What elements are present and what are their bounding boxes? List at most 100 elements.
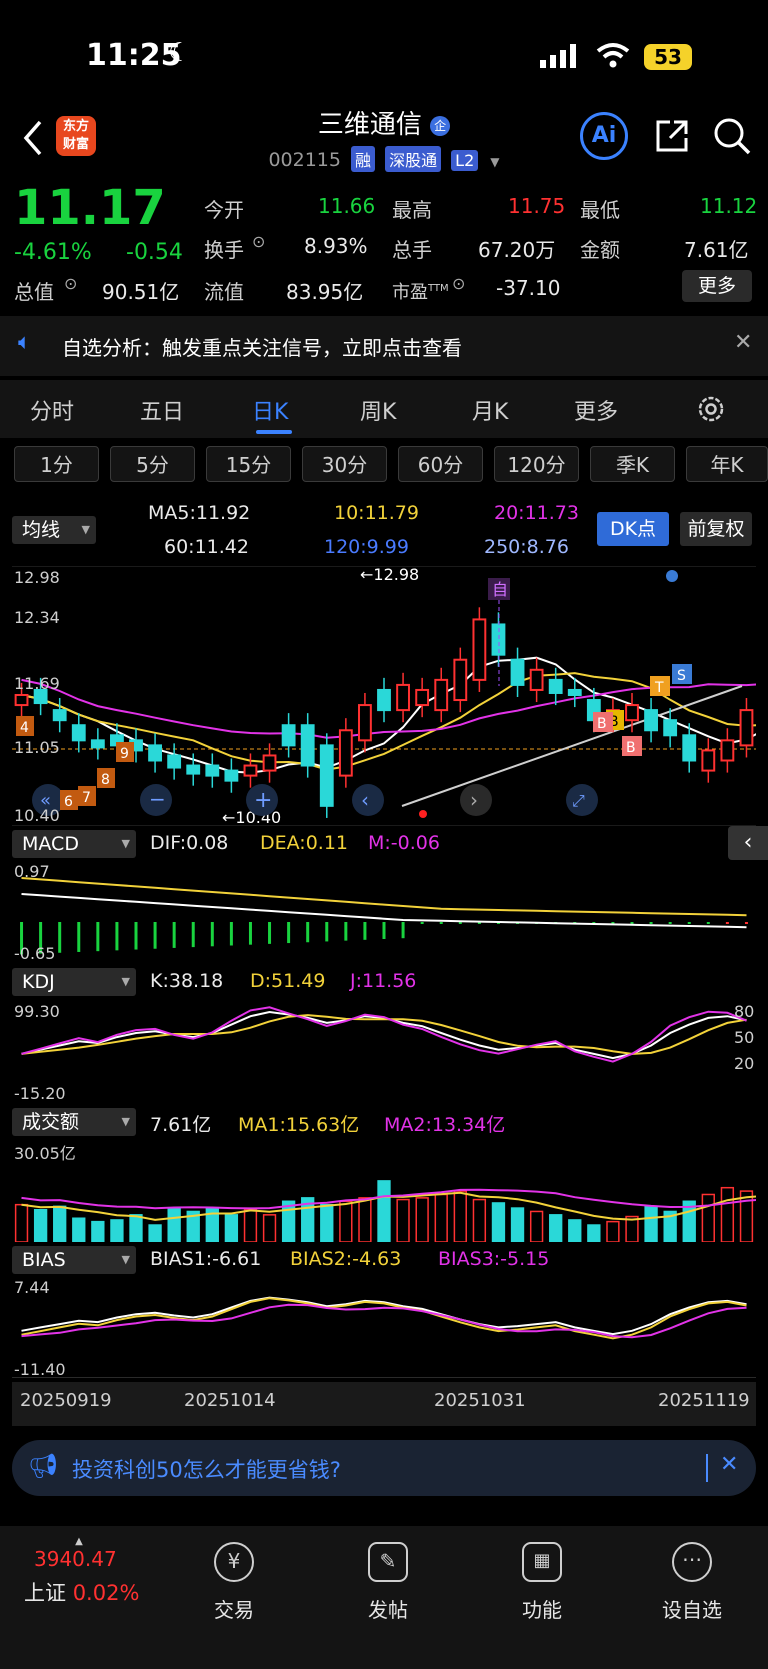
candle-body	[548, 678, 563, 694]
volume-bar	[701, 1193, 715, 1242]
bias-selector[interactable]: BIAS ▼	[12, 1246, 136, 1274]
minus-icon: −	[149, 787, 166, 811]
tag-margin: 融	[351, 146, 376, 172]
candle-body	[644, 709, 658, 732]
notice-bar[interactable]: 🔈︎ 自选分析：触发重点关注信号，立即点击查看 ✕	[0, 316, 768, 376]
nav-functions[interactable]: 功能	[492, 1594, 592, 1623]
volume-chart	[14, 1180, 756, 1242]
stock-code-row[interactable]: 002115 融 深股通 L2 ▼	[0, 146, 768, 172]
volume-bar	[358, 1197, 372, 1242]
signal-label: 8	[101, 772, 110, 788]
bias-axis-top: 7.44	[14, 1278, 50, 1297]
share-icon[interactable]	[654, 118, 690, 154]
kdj-level-80: 80	[734, 1002, 755, 1021]
macd-selector[interactable]: MACD ▼	[12, 830, 136, 858]
speaker-icon: 🔈︎	[18, 330, 32, 355]
ma20-value: 20:11.73	[494, 502, 579, 524]
more-button[interactable]: 更多	[682, 270, 752, 302]
ai-button[interactable]: Ai	[580, 112, 628, 160]
candle-body	[720, 739, 735, 762]
candlestick-chart[interactable]: ←12.98 ←10.40 « − + ‹ › ⤢ 4 6 7 8 9 自 B …	[12, 566, 756, 826]
nav-post[interactable]: 发帖	[338, 1594, 438, 1623]
tab-intraday[interactable]: 分时	[30, 394, 74, 426]
sell-marker: S	[677, 668, 686, 684]
volume-bar	[167, 1207, 181, 1242]
turnover-label: 换手	[204, 238, 244, 262]
tab-five-day[interactable]: 五日	[140, 394, 184, 426]
kdj-selector[interactable]: KDJ ▼	[12, 968, 136, 996]
stock-name: 三维通信 企	[0, 104, 768, 141]
post-icon: ✎	[368, 1542, 408, 1582]
tag-connect: 深股通	[385, 146, 442, 172]
max-marker: ←12.98	[360, 566, 419, 584]
signal-label: 4	[20, 720, 29, 736]
volume-bar	[148, 1224, 162, 1242]
collapse-panel-button[interactable]: ‹	[728, 826, 768, 860]
volume-bar	[129, 1214, 143, 1242]
info-icon[interactable]: ⊙	[64, 274, 77, 293]
candle-body	[415, 688, 430, 707]
event-dot	[419, 810, 427, 818]
tab-day-k[interactable]: 日K	[252, 394, 288, 426]
t-marker: T	[654, 680, 664, 696]
info-icon[interactable]: ⊙	[252, 232, 265, 251]
bias-1: BIAS1:-6.61	[150, 1248, 262, 1270]
candle-body	[300, 724, 315, 767]
period-15min[interactable]: 15分	[206, 446, 291, 482]
date-axis	[12, 1382, 756, 1426]
volume-selector[interactable]: 成交额 ▼	[12, 1108, 136, 1136]
settings-icon[interactable]	[696, 394, 726, 424]
pe-value: -37.10	[496, 276, 561, 300]
change-value: -0.54	[126, 240, 183, 265]
chevron-right-icon: ›	[470, 788, 478, 812]
open-value: 11.66	[318, 194, 376, 218]
tab-month-k[interactable]: 月K	[472, 394, 508, 426]
volume-bar	[110, 1219, 124, 1242]
signal-label: 9	[120, 746, 129, 762]
period-30min[interactable]: 30分	[302, 446, 387, 482]
float-value: 83.95亿	[286, 280, 364, 304]
candle-body	[510, 658, 525, 686]
ma-selector[interactable]: 均线 ▼	[12, 516, 96, 544]
total-value: 90.51亿	[102, 280, 180, 304]
ma60-value: 60:11.42	[164, 536, 249, 558]
up-caret-icon: ▲	[75, 1536, 83, 1547]
tab-more[interactable]: 更多	[574, 394, 618, 426]
macd-m: M:-0.06	[368, 832, 440, 854]
notice-text: 自选分析：触发重点关注信号，立即点击查看	[62, 336, 462, 360]
chart-tabs: 分时 五日 日K 周K 月K 更多	[0, 380, 768, 438]
low-label: 最低	[580, 198, 620, 222]
nav-watchlist[interactable]: 设自选	[642, 1594, 742, 1623]
volume-bar	[262, 1214, 277, 1242]
volume-bar	[434, 1193, 448, 1242]
period-120min[interactable]: 120分	[494, 446, 579, 482]
period-60min[interactable]: 60分	[398, 446, 483, 482]
signal-label: 6	[64, 794, 73, 810]
period-year-k[interactable]: 年K	[686, 446, 768, 482]
volume-bar	[14, 1203, 29, 1242]
info-icon[interactable]: ⊙	[452, 274, 465, 293]
trade-icon: ¥	[214, 1542, 254, 1582]
search-icon[interactable]	[712, 116, 752, 156]
date-label: 20251119	[658, 1390, 750, 1411]
period-1min[interactable]: 1分	[14, 446, 99, 482]
banner-text: 投资科创50怎么才能更省钱?	[72, 1458, 341, 1482]
volume-bar	[377, 1180, 391, 1242]
dk-point-button[interactable]: DK点	[597, 512, 669, 546]
plus-icon: +	[254, 788, 272, 813]
volume-bar	[53, 1205, 67, 1242]
promo-banner[interactable]: 📢︎ 投资科创50怎么才能更省钱? ✕	[12, 1440, 756, 1496]
period-5min[interactable]: 5分	[110, 446, 195, 482]
index-widget[interactable]: ▲ 3940.47 上证 0.02%	[24, 1536, 154, 1607]
tab-week-k[interactable]: 周K	[360, 394, 396, 426]
float-label: 流值	[204, 280, 244, 304]
kdj-chart	[21, 1006, 747, 1063]
close-icon[interactable]: ✕	[734, 330, 752, 355]
close-icon[interactable]: ✕	[720, 1452, 738, 1477]
candle-body	[434, 678, 449, 712]
date-label: 20251014	[184, 1390, 276, 1411]
nav-trade[interactable]: 交易	[184, 1594, 284, 1623]
kdj-d: D:51.49	[250, 970, 326, 992]
period-season-k[interactable]: 季K	[590, 446, 675, 482]
adjust-button[interactable]: 前复权	[680, 512, 752, 546]
